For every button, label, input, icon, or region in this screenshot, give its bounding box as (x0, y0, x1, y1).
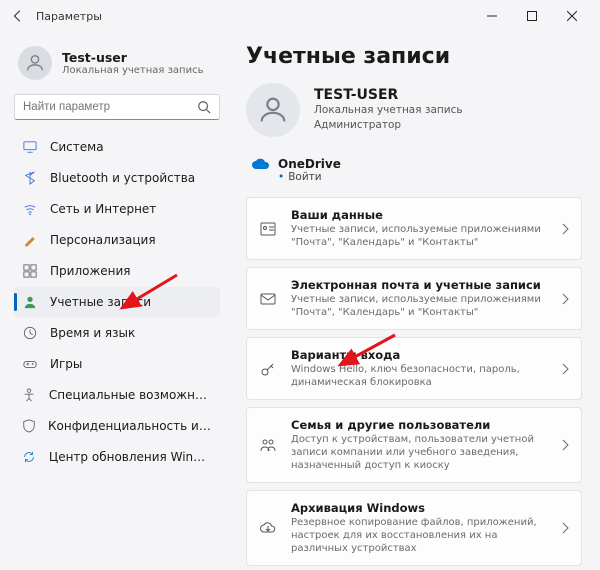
nav-list: Система Bluetooth и устройства Сеть и Ин… (14, 132, 220, 473)
user-icon (256, 93, 290, 127)
card-desc: Учетные записи, используемые приложениям… (291, 223, 555, 249)
sidebar-item-bluetooth[interactable]: Bluetooth и устройства (14, 163, 220, 193)
window-close-button[interactable] (552, 0, 592, 32)
accessibility-icon (22, 387, 37, 403)
apps-icon (22, 263, 38, 279)
mail-icon (259, 290, 277, 308)
account-sub2: Администратор (314, 118, 463, 133)
chevron-right-icon (561, 439, 569, 451)
sidebar-item-label: Конфиденциальность и безопасность (48, 419, 212, 433)
window-maximize-button[interactable] (512, 0, 552, 32)
sidebar-item-label: Учетные записи (50, 295, 151, 309)
sidebar-item-accounts[interactable]: Учетные записи (14, 287, 220, 317)
card-title: Варианты входа (291, 348, 555, 362)
current-user-block[interactable]: Test-user Локальная учетная запись (18, 46, 220, 80)
your-info-icon (259, 220, 277, 238)
card-title: Ваши данные (291, 208, 555, 222)
backup-icon (259, 519, 277, 537)
privacy-icon (22, 418, 36, 434)
sidebar-item-accessibility[interactable]: Специальные возможности (14, 380, 220, 410)
chevron-right-icon (561, 293, 569, 305)
back-button[interactable] (8, 6, 28, 26)
card-family-users[interactable]: Семья и другие пользователи Доступ к уст… (246, 407, 582, 483)
back-arrow-icon (11, 9, 25, 23)
close-icon (567, 11, 577, 21)
sidebar-item-label: Приложения (50, 264, 131, 278)
chevron-right-icon (561, 223, 569, 235)
accounts-icon (22, 294, 38, 310)
card-title: Электронная почта и учетные записи (291, 278, 555, 292)
sidebar-item-apps[interactable]: Приложения (14, 256, 220, 286)
sidebar-item-network[interactable]: Сеть и Интернет (14, 194, 220, 224)
account-name: TEST-USER (314, 87, 463, 103)
account-sub1: Локальная учетная запись (314, 103, 463, 118)
account-header: TEST-USER Локальная учетная запись Админ… (246, 83, 582, 137)
chevron-right-icon (561, 522, 569, 534)
onedrive-icon (250, 157, 270, 171)
sidebar-item-privacy[interactable]: Конфиденциальность и безопасность (14, 411, 220, 441)
network-icon (22, 201, 38, 217)
main-panel: Учетные записи TEST-USER Локальная учетн… (230, 32, 600, 570)
sidebar-item-label: Игры (50, 357, 82, 371)
card-desc: Резервное копирование файлов, приложений… (291, 516, 555, 555)
gaming-icon (22, 356, 38, 372)
card-your-info[interactable]: Ваши данные Учетные записи, используемые… (246, 197, 582, 260)
search-box[interactable] (14, 94, 220, 120)
sidebar-item-label: Сеть и Интернет (50, 202, 156, 216)
sidebar-item-label: Персонализация (50, 233, 156, 247)
card-title: Архивация Windows (291, 501, 555, 515)
bluetooth-icon (22, 170, 38, 186)
chevron-right-icon (561, 363, 569, 375)
search-input[interactable] (23, 101, 197, 113)
sidebar-item-personalization[interactable]: Персонализация (14, 225, 220, 255)
search-icon (197, 100, 211, 114)
system-icon (22, 139, 38, 155)
page-title: Учетные записи (246, 44, 582, 69)
maximize-icon (527, 11, 537, 21)
onedrive-block[interactable]: OneDrive •Войти (246, 149, 582, 197)
sidebar: Test-user Локальная учетная запись Систе… (0, 32, 230, 570)
sidebar-item-label: Специальные возможности (49, 388, 212, 402)
user-subtitle: Локальная учетная запись (62, 65, 204, 76)
card-email-accounts[interactable]: Электронная почта и учетные записи Учетн… (246, 267, 582, 330)
sidebar-item-label: Система (50, 140, 104, 154)
window-minimize-button[interactable] (472, 0, 512, 32)
card-title: Семья и другие пользователи (291, 418, 555, 432)
sidebar-item-label: Время и язык (50, 326, 135, 340)
avatar (18, 46, 52, 80)
update-icon (22, 449, 37, 465)
sidebar-item-gaming[interactable]: Игры (14, 349, 220, 379)
key-icon (259, 360, 277, 378)
family-icon (259, 436, 277, 454)
onedrive-action: •Войти (278, 171, 341, 183)
card-windows-backup[interactable]: Архивация Windows Резервное копирование … (246, 490, 582, 566)
sidebar-item-label: Центр обновления Windows (49, 450, 212, 464)
minimize-icon (487, 11, 497, 21)
card-desc: Windows Hello, ключ безопасности, пароль… (291, 363, 555, 389)
card-signin-options[interactable]: Варианты входа Windows Hello, ключ безоп… (246, 337, 582, 400)
user-icon (24, 52, 46, 74)
user-name: Test-user (62, 50, 204, 65)
sidebar-item-system[interactable]: Система (14, 132, 220, 162)
card-desc: Учетные записи, используемые приложениям… (291, 293, 555, 319)
clock-icon (22, 325, 38, 341)
sidebar-item-label: Bluetooth и устройства (50, 171, 195, 185)
sidebar-item-time[interactable]: Время и язык (14, 318, 220, 348)
sidebar-item-update[interactable]: Центр обновления Windows (14, 442, 220, 472)
window-title: Параметры (36, 10, 102, 23)
account-avatar (246, 83, 300, 137)
personalization-icon (22, 232, 38, 248)
onedrive-title: OneDrive (278, 157, 341, 171)
card-desc: Доступ к устройствам, пользователи учетн… (291, 433, 555, 472)
